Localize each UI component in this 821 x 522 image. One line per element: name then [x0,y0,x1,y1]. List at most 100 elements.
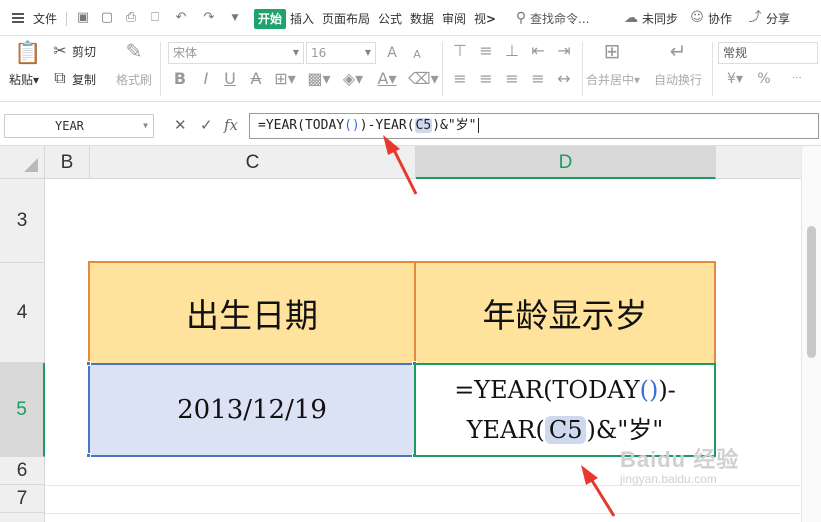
selection-handle[interactable] [86,453,91,458]
cell-c5[interactable]: 2013/12/19 [88,363,416,457]
format-painter-icon[interactable]: ✎ [124,41,144,61]
tab-insert[interactable]: 插入 [290,9,314,29]
indent-icon[interactable]: ⇥ [556,42,572,60]
align-right-icon[interactable]: ≡ [504,70,520,88]
tab-page-layout[interactable]: 页面布局 [322,9,370,29]
formula-text: )- [658,376,676,404]
divider [442,42,443,96]
cell-formula-line-2: YEAR(C5)&"岁" [467,410,663,450]
increase-font-icon[interactable]: A [384,44,400,62]
share-button[interactable]: 分享 [766,9,790,29]
menu-icon[interactable] [12,13,24,23]
cell-style-icon[interactable]: ▩▾ [306,70,332,88]
tab-formulas[interactable]: 公式 [378,9,402,29]
column-header-b[interactable]: B [45,146,90,179]
merge-center-label: 合并居中 [586,73,635,87]
save-icon[interactable]: ▣ [76,11,90,25]
insert-function-icon[interactable]: fx [224,116,238,134]
row-header-3[interactable]: 3 [0,179,45,263]
sync-status[interactable]: 未同步 [642,9,678,29]
format-painter-button[interactable]: 格式刷 [116,73,152,87]
more-tabs-icon[interactable]: > [486,9,496,29]
formula-cell-reference: C5 [414,118,433,133]
distributed-icon[interactable]: ↔ [556,70,572,88]
percent-format-button[interactable]: % [756,70,772,88]
quick-access-dropdown-icon[interactable]: ▼ [228,11,242,25]
cell-d4[interactable]: 年龄显示岁 [414,261,716,365]
formula-text: )-YEAR( [359,118,415,133]
align-middle-icon[interactable]: ≡ [478,42,494,60]
search-command-input[interactable]: 查找命令... [530,9,589,29]
menu-file[interactable]: 文件 [33,9,57,29]
print-preview-icon[interactable]: ⎕ [148,11,162,25]
cell-d5-editing[interactable]: =YEAR(TODAY())- YEAR(C5)&"岁" [414,363,716,457]
undo-icon[interactable]: ↶ [174,11,188,25]
search-icon[interactable]: ⚲ [514,11,528,25]
align-top-icon[interactable]: ⊤ [452,42,468,60]
tab-review[interactable]: 审阅 [442,9,466,29]
name-box[interactable]: YEAR ▼ [4,114,154,138]
vertical-scrollbar[interactable] [801,146,821,522]
tab-data[interactable]: 数据 [410,9,434,29]
baidu-watermark: Baidu 经验 jingyan.baidu.com [620,448,739,487]
bold-icon[interactable]: B [172,70,188,88]
cut-button[interactable]: 剪切 [72,45,96,59]
font-name-select[interactable]: 宋体 ▼ [168,42,304,64]
align-left-icon[interactable]: ≡ [452,70,468,88]
paste-button[interactable]: 粘贴▾ [9,73,39,87]
select-all-corner[interactable] [0,146,45,179]
underline-icon[interactable]: U [222,70,238,88]
decrease-font-icon[interactable]: A [410,46,424,64]
cell-c4[interactable]: 出生日期 [88,261,416,365]
formula-text: =YEAR(TODAY [258,118,345,133]
share-icon[interactable]: ⤴ [748,11,762,25]
wrap-text-button[interactable]: 自动换行 [654,73,702,87]
row-header-5[interactable]: 5 [0,363,45,457]
paste-label: 粘贴 [9,73,34,87]
justify-icon[interactable]: ≡ [530,70,546,88]
clear-format-icon[interactable]: ⌫▾ [408,70,439,88]
percent-icon: % [757,71,771,87]
collaborate-button[interactable]: 协作 [708,9,732,29]
scrollbar-thumb[interactable] [807,226,816,358]
cut-icon[interactable]: ✂ [52,42,68,60]
align-center-icon[interactable]: ≡ [478,70,494,88]
row-header-6[interactable]: 6 [0,457,45,485]
currency-format-button[interactable]: ¥▾ [722,70,748,88]
copy-icon[interactable]: ⧉ [52,69,68,87]
collaborate-icon[interactable]: ☺ [690,11,704,25]
merge-center-button[interactable]: 合并居中▾ [586,73,640,87]
selection-handle[interactable] [86,361,91,366]
thousands-separator-icon[interactable]: ⋅⋅⋅ [782,70,812,88]
divider [160,42,161,96]
row-header-8[interactable] [0,513,45,522]
borders-icon[interactable]: ⊞▾ [272,70,298,88]
redo-icon[interactable]: ↷ [202,11,216,25]
row-header-7[interactable]: 7 [0,485,45,513]
align-bottom-icon[interactable]: ⊥ [504,42,520,60]
font-size-select[interactable]: 16 ▼ [306,42,376,64]
cancel-icon[interactable]: ✕ [174,116,187,134]
cell-formula-line-1: =YEAR(TODAY())- [454,370,676,410]
column-header-empty[interactable] [716,146,801,179]
tab-view[interactable]: 视 [474,9,486,29]
column-header-c[interactable]: C [90,146,416,179]
export-icon[interactable]: ▢ [100,11,114,25]
confirm-icon[interactable]: ✓ [200,116,213,134]
fill-color-icon[interactable]: ◈▾ [340,70,366,88]
row-header-4[interactable]: 4 [0,263,45,363]
number-format-select[interactable]: 常规 [718,42,818,64]
cloud-sync-icon[interactable]: ☁ [624,11,638,25]
outdent-icon[interactable]: ⇤ [530,42,546,60]
merge-center-icon[interactable]: ⊞ [600,41,624,61]
formula-input[interactable]: =YEAR(TODAY())-YEAR(C5)&"岁" [249,113,819,139]
strikethrough-icon[interactable]: A [248,70,264,88]
font-color-icon[interactable]: A▾ [374,70,400,88]
italic-icon[interactable]: I [198,70,214,88]
paste-icon[interactable]: 📋 [14,42,41,66]
print-icon[interactable]: ⎙ [124,11,138,25]
column-header-d[interactable]: D [416,146,716,179]
wrap-text-icon[interactable]: ↵ [666,41,690,61]
copy-button[interactable]: 复制 [72,73,96,87]
tab-home[interactable]: 开始 [254,9,286,29]
